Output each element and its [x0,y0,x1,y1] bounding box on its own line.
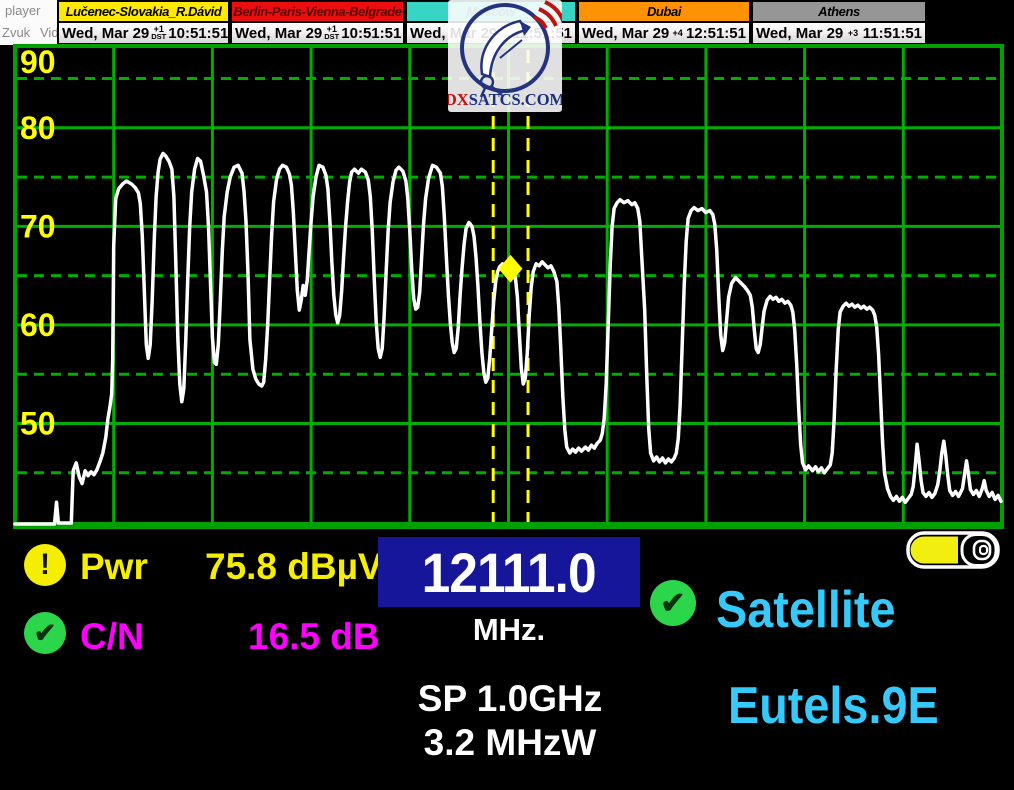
timezone-offset: +3 [848,30,858,37]
spectrum-analyzer-display: 90 80 70 60 50 [0,0,1014,790]
menu-item-video[interactable]: Vid [40,25,57,40]
check-icon: ✔ [24,612,66,654]
warning-icon: ! [24,544,66,586]
plot-border [15,46,1002,524]
clock-berlin: Berlin-Paris-Vienna-Belgrade Wed, Mar 29… [230,0,405,45]
clock-city-label: Athens [753,2,925,23]
y-axis-label: 90 [20,44,56,80]
satellite-name: Eutels.9E [728,676,939,736]
dxsatcs-logo: DXSATCS.COM [448,0,562,112]
clock-city-label: Dubai [579,2,749,23]
clock-time: 12:51:51 [686,25,746,42]
y-axis-label: 80 [20,110,56,146]
clock-city-label: Lučenec-Slovakia_R.Dávid [59,2,228,23]
power-label: Pwr [80,546,148,588]
frequency-display: 12111.0 [378,537,640,607]
menu-item-player[interactable]: player [5,3,40,18]
satellite-dish-icon [481,21,526,77]
power-value: 75.8 dBµV [205,546,383,588]
clock-dubai: Dubai Wed, Mar 29 +4 12:51:51 [577,0,751,45]
clock-lucenec: Lučenec-Slovakia_R.Dávid Wed, Mar 29 +1D… [57,0,230,45]
span-readout: SP 1.0GHz [380,678,640,720]
timezone-offset: +1DST [324,26,339,40]
spectrum-trace [15,153,1001,524]
logo-text: DXSATCS.COM [448,90,562,109]
clock-time: 10:51:51 [168,25,228,42]
timezone-offset: +1DST [151,26,166,40]
marker-diamond-icon [498,255,522,283]
battery-indicator [906,530,1002,570]
y-axis-label: 70 [20,208,56,244]
battery-level-fill [911,537,959,564]
frequency-unit: MHz. [378,612,640,648]
cn-value: 16.5 dB [248,616,380,658]
clock-time: 10:51:51 [341,25,401,42]
y-axis-label: 60 [20,307,56,343]
mode-label: Satellite [716,580,895,640]
clock-city-label: Berlin-Paris-Vienna-Belgrade [232,2,403,23]
cn-label: C/N [80,616,144,658]
background-app-menu: player Zvuk Vid [0,0,57,45]
y-axis-label: 50 [20,405,56,441]
clock-date: Wed, Mar 29 [62,25,149,42]
clock-date: Wed, Mar 29 [235,25,322,42]
clock-date: Wed, Mar 29 [756,25,843,42]
clock-athens: Athens Wed, Mar 29 +3 11:51:51 [751,0,927,45]
clock-date: Wed, Mar 29 [582,25,669,42]
bandwidth-readout: 3.2 MHzW [380,722,640,764]
clock-time: 11:51:51 [863,25,922,42]
timezone-offset: +4 [672,30,682,37]
frequency-value: 12111.0 [422,540,596,605]
menu-item-sound[interactable]: Zvuk [2,25,30,40]
check-icon: ✔ [650,580,696,626]
